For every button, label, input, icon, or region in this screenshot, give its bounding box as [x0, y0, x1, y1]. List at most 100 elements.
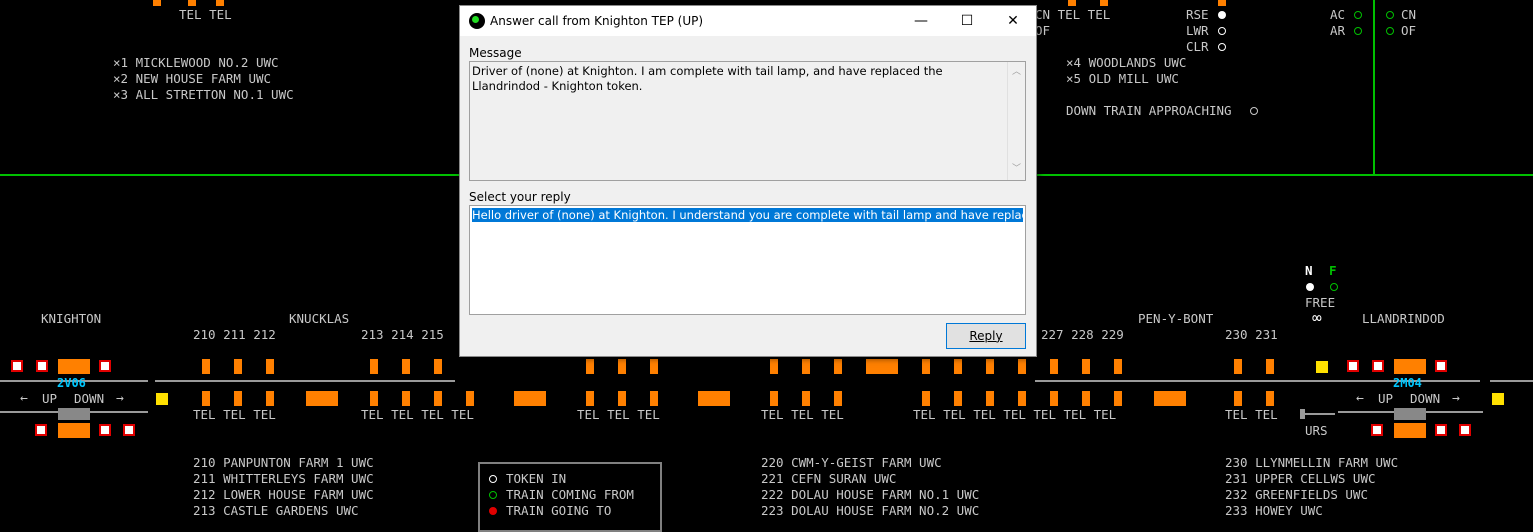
signal[interactable]: [99, 360, 111, 372]
track-section[interactable]: [370, 359, 378, 374]
signal[interactable]: [1372, 360, 1384, 372]
track-section[interactable]: [1018, 391, 1026, 406]
signal[interactable]: [11, 360, 23, 372]
signal[interactable]: [1371, 424, 1383, 436]
track-section[interactable]: [802, 359, 810, 374]
message-scrollbar[interactable]: ︿ ﹀: [1007, 62, 1025, 180]
close-button[interactable]: ✕: [990, 6, 1036, 36]
track-section[interactable]: [466, 391, 474, 406]
track-section[interactable]: [954, 359, 962, 374]
signal-yellow[interactable]: [156, 393, 168, 405]
signal[interactable]: [99, 424, 111, 436]
track-section[interactable]: [770, 391, 778, 406]
reply-list[interactable]: Hello driver of (none) at Knighton. I un…: [469, 205, 1026, 315]
track-section[interactable]: [650, 391, 658, 406]
track-section[interactable]: [1394, 423, 1426, 438]
track-section[interactable]: [1234, 391, 1242, 406]
track-section[interactable]: [402, 359, 410, 374]
track-section[interactable]: [650, 359, 658, 374]
track-section[interactable]: [266, 359, 274, 374]
scroll-up-icon[interactable]: ︿: [1012, 65, 1021, 80]
clr-indicator[interactable]: [1218, 43, 1226, 51]
track-section[interactable]: [698, 391, 730, 406]
track-section[interactable]: [514, 391, 546, 406]
track-section[interactable]: [202, 359, 210, 374]
track-section[interactable]: [1114, 391, 1122, 406]
reply-label: Select your reply: [469, 190, 571, 204]
reply-button[interactable]: Reply: [946, 323, 1026, 349]
track-section[interactable]: [954, 391, 962, 406]
up-arrow-left: ←: [20, 391, 28, 406]
track-section[interactable]: [922, 391, 930, 406]
track-section[interactable]: [434, 359, 442, 374]
track-section[interactable]: [1114, 359, 1122, 374]
uwc-222: 222 DOLAU HOUSE FARM NO.1 UWC: [761, 487, 980, 502]
track-section[interactable]: [402, 391, 410, 406]
track-section[interactable]: [618, 391, 626, 406]
n-indicator[interactable]: [1306, 283, 1314, 291]
dialog-titlebar[interactable]: Answer call from Knighton TEP (UP) — ☐ ✕: [460, 6, 1036, 36]
f-indicator[interactable]: [1330, 283, 1338, 291]
train-description-2m04[interactable]: 2M04: [1393, 376, 1422, 390]
signal[interactable]: [1347, 360, 1359, 372]
ac-label: AC: [1330, 7, 1346, 22]
train-description-2v06[interactable]: 2V06: [57, 376, 86, 390]
track-section[interactable]: [1394, 359, 1426, 374]
track-section[interactable]: [306, 391, 338, 406]
signal-yellow[interactable]: [1316, 361, 1328, 373]
track-section[interactable]: [586, 359, 594, 374]
track-section[interactable]: [58, 423, 90, 438]
track-section[interactable]: [434, 391, 442, 406]
track-section[interactable]: [834, 391, 842, 406]
track-section[interactable]: [1050, 359, 1058, 374]
signal[interactable]: [36, 360, 48, 372]
scroll-down-icon[interactable]: ﹀: [1012, 162, 1021, 177]
track-section[interactable]: [58, 359, 90, 374]
track-section[interactable]: [834, 359, 842, 374]
up-label-left: UP: [42, 391, 58, 406]
signal[interactable]: [1435, 360, 1447, 372]
reply-button-label: Reply: [969, 329, 1003, 343]
track-section[interactable]: [1266, 391, 1274, 406]
track-section[interactable]: [1018, 359, 1026, 374]
cn-indicator[interactable]: [1386, 11, 1394, 19]
ar-indicator[interactable]: [1354, 27, 1362, 35]
track-section[interactable]: [1266, 359, 1274, 374]
of2-label: OF: [1401, 23, 1417, 38]
down-label-right: DOWN: [1410, 391, 1441, 406]
track-section[interactable]: [1082, 391, 1090, 406]
track-section[interactable]: [266, 391, 274, 406]
track-section[interactable]: [370, 391, 378, 406]
track-section[interactable]: [586, 391, 594, 406]
signal[interactable]: [1435, 424, 1447, 436]
uwc-right-5: ×5 OLD MILL UWC: [1066, 71, 1179, 86]
track-section[interactable]: [1050, 391, 1058, 406]
track-section[interactable]: [866, 359, 898, 374]
tel-group-f: TEL TEL: [1225, 407, 1278, 422]
signal[interactable]: [1459, 424, 1471, 436]
track-section[interactable]: [1234, 359, 1242, 374]
track-section[interactable]: [202, 391, 210, 406]
signal[interactable]: [35, 424, 47, 436]
maximize-button[interactable]: ☐: [944, 6, 990, 36]
signal[interactable]: [123, 424, 135, 436]
signal-yellow[interactable]: [1492, 393, 1504, 405]
track-section[interactable]: [986, 359, 994, 374]
track-section[interactable]: [234, 391, 242, 406]
track-section[interactable]: [1082, 359, 1090, 374]
ac-indicator[interactable]: [1354, 11, 1362, 19]
track-section[interactable]: [770, 359, 778, 374]
track-section[interactable]: [986, 391, 994, 406]
message-box[interactable]: Driver of (none) at Knighton. I am compl…: [469, 61, 1026, 181]
track-section[interactable]: [618, 359, 626, 374]
track-section[interactable]: [234, 359, 242, 374]
track-section[interactable]: [922, 359, 930, 374]
reply-option-selected[interactable]: Hello driver of (none) at Knighton. I un…: [472, 208, 1023, 222]
of-indicator[interactable]: [1386, 27, 1394, 35]
lwr-indicator[interactable]: [1218, 27, 1226, 35]
track-section[interactable]: [1154, 391, 1186, 406]
minimize-button[interactable]: —: [898, 6, 944, 36]
divider-vertical: [1373, 0, 1375, 175]
rse-indicator[interactable]: [1218, 11, 1226, 19]
track-section[interactable]: [802, 391, 810, 406]
